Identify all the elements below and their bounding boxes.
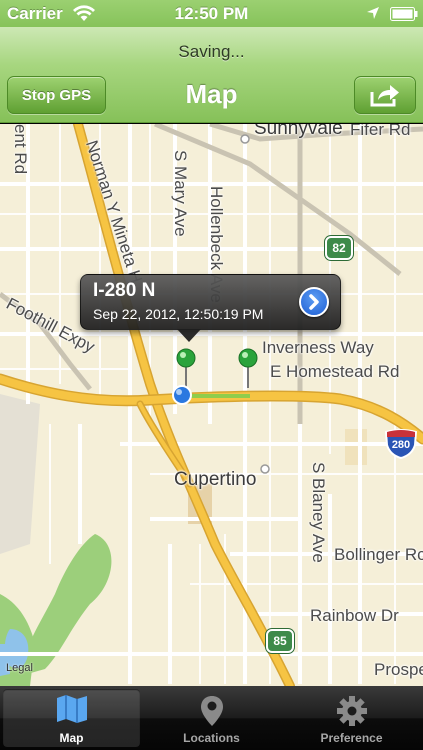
share-icon xyxy=(370,85,399,107)
green-pin-icon[interactable] xyxy=(238,348,258,388)
map-label-inverness-way: Inverness Way xyxy=(262,338,374,357)
chevron-right-icon xyxy=(309,294,319,310)
tab-map-label: Map xyxy=(59,731,84,745)
tab-preference[interactable]: Preference xyxy=(283,689,420,747)
tab-bar: Map Locations Preference xyxy=(0,686,423,750)
battery-icon xyxy=(390,7,418,21)
status-bar: Carrier 12:50 PM xyxy=(0,0,423,27)
legal-link[interactable]: Legal xyxy=(6,662,33,674)
location-arrow-icon xyxy=(367,7,379,19)
map-label-rainbow-dr: Rainbow Dr xyxy=(310,606,399,625)
gear-icon xyxy=(336,696,367,726)
map-label-ent-rd: ent Rd xyxy=(11,124,30,175)
map-label-bollinger-rd: Bollinger Rc xyxy=(334,545,423,564)
navigation-bar: Saving... Stop GPS Map xyxy=(0,27,423,123)
map-label-s-blaney-ave: S Blaney Ave xyxy=(309,462,328,563)
map-icon xyxy=(56,695,87,723)
interstate-280-label: 280 xyxy=(391,439,411,451)
tab-map[interactable]: Map xyxy=(3,689,140,747)
route-82-shield: 82 xyxy=(325,236,353,260)
map-label-cupertino: Cupertino xyxy=(174,469,257,490)
map-label-s-mary-ave: S Mary Ave xyxy=(171,150,190,237)
callout-title: I-280 N xyxy=(93,280,156,301)
location-callout[interactable]: I-280 N Sep 22, 2012, 12:50:19 PM xyxy=(80,274,341,342)
detail-disclosure-button[interactable] xyxy=(299,287,329,317)
saving-status: Saving... xyxy=(178,42,245,61)
map-label-sunnyvale: Sunnyvale xyxy=(254,124,343,139)
location-pin-icon xyxy=(200,696,223,726)
callout-timestamp: Sep 22, 2012, 12:50:19 PM xyxy=(93,306,264,322)
route-85-shield: 85 xyxy=(266,629,294,653)
tab-preference-label: Preference xyxy=(320,731,383,745)
tab-locations-label: Locations xyxy=(183,731,240,745)
map-label-prospect: Prospe xyxy=(374,660,423,679)
map-view[interactable]: Sunnyvale Fifer Rd ent Rd Norman Y Minet… xyxy=(0,124,423,686)
interstate-280-shield: 280 xyxy=(384,429,418,460)
map-label-fifer-rd: Fifer Rd xyxy=(350,124,411,139)
current-location-dot-icon[interactable] xyxy=(172,380,192,406)
tab-locations[interactable]: Locations xyxy=(143,689,280,747)
map-label-e-homestead-rd: E Homestead Rd xyxy=(270,362,400,381)
clock: 12:50 PM xyxy=(174,4,249,23)
share-button[interactable] xyxy=(354,76,416,114)
